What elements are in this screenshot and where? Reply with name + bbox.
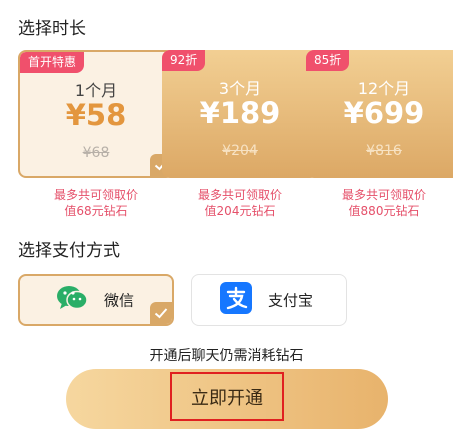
alipay-icon	[220, 282, 252, 318]
payment-option-wechat[interactable]: 微信	[18, 274, 174, 326]
plan-card-1-month[interactable]: 首开特惠 1个月 ¥58 ¥68	[18, 50, 174, 178]
plan-note-line2: 值68元钻石	[64, 204, 128, 218]
checkmark-icon	[150, 302, 172, 324]
duration-section-title: 选择时长	[18, 19, 86, 39]
plan-price: ¥58	[65, 98, 127, 132]
open-membership-label: 立即开通	[170, 372, 284, 421]
plan-note-12-months: 最多共可领取价 值880元钻石	[306, 187, 453, 219]
plan-note-line2: 值204元钻石	[204, 204, 276, 218]
plan-note-line1: 最多共可领取价	[197, 188, 282, 202]
payment-option-alipay[interactable]: 支付宝	[191, 274, 347, 326]
plan-note-1-month: 最多共可领取价 值68元钻石	[18, 187, 174, 219]
plan-badge: 92折	[162, 50, 206, 71]
diamond-hint-text: 开通后聊天仍需消耗钻石	[149, 348, 304, 364]
plan-note-line1: 最多共可领取价	[341, 188, 426, 202]
payment-label: 微信	[104, 291, 135, 310]
plan-note-line2: 值880元钻石	[348, 204, 420, 218]
plan-price: ¥189	[199, 96, 281, 130]
payment-label: 支付宝	[268, 291, 314, 310]
payment-section-title: 选择支付方式	[18, 241, 120, 261]
plan-price: ¥699	[343, 96, 425, 130]
plan-original-price: ¥816	[366, 143, 402, 159]
plan-badge: 85折	[306, 50, 350, 71]
plan-note-line1: 最多共可领取价	[53, 188, 138, 202]
plan-note-3-months: 最多共可领取价 值204元钻石	[162, 187, 318, 219]
plan-card-12-months[interactable]: 85折 12个月 ¥699 ¥816	[306, 50, 453, 178]
plan-card-3-months[interactable]: 92折 3个月 ¥189 ¥204	[162, 50, 318, 178]
plan-original-price: ¥204	[222, 143, 258, 159]
wechat-icon	[56, 284, 88, 316]
open-membership-button[interactable]: 立即开通	[66, 369, 388, 429]
plan-badge: 首开特惠	[20, 52, 85, 73]
